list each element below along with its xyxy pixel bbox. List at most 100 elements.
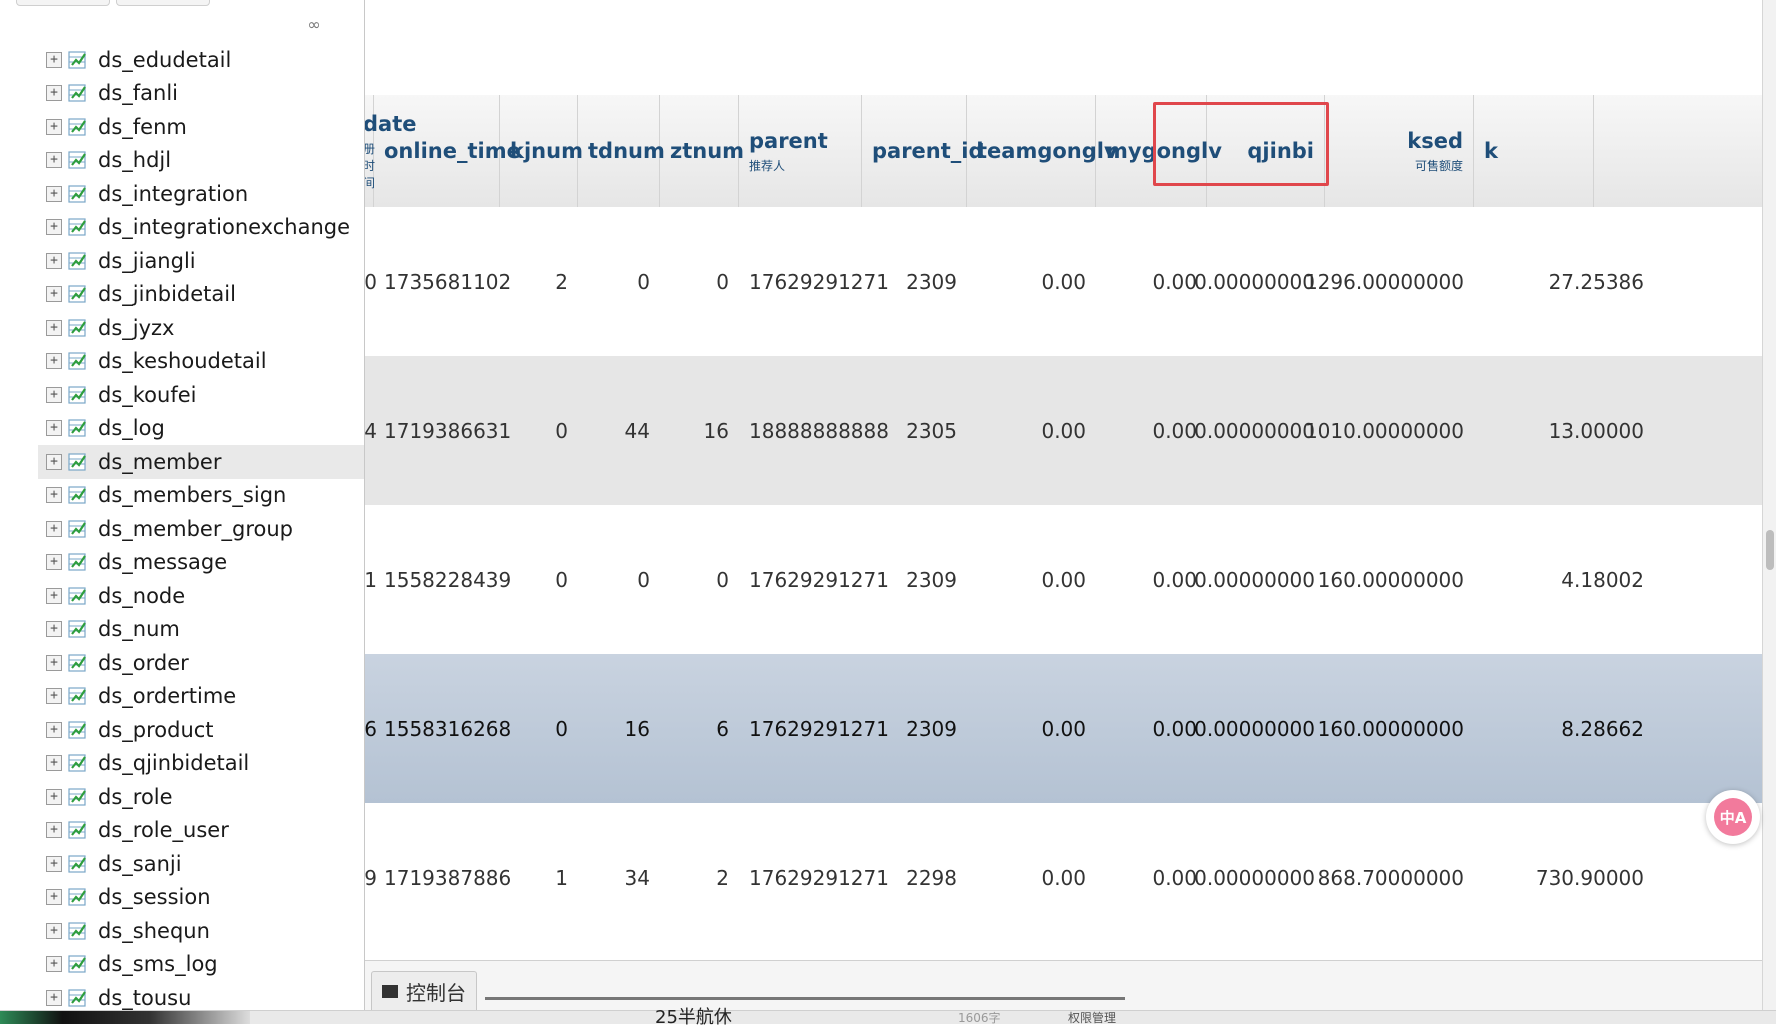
table-cell-k[interactable]: 4.18002 [1474,505,1654,655]
table-row[interactable]: 5841719386631044161888888888823050.000.0… [365,356,1776,506]
table-cell-qjinbi[interactable]: 0.00000000 [1194,654,1325,804]
sidebar-item-ds-edudetail[interactable]: + ds_edudetail [38,43,364,77]
expand-icon[interactable]: + [46,353,62,370]
sidebar-item-ds-role-user[interactable]: + ds_role_user [38,814,364,848]
sidebar-item-ds-jyzx[interactable]: + ds_jyzx [38,311,364,345]
table-cell-mygonglv[interactable]: 0.00 [1096,654,1207,804]
table-cell-online-time[interactable]: 1558316268 [374,654,511,804]
sidebar-item-ds-num[interactable]: + ds_num [38,613,364,647]
sidebar-item-ds-jinbidetail[interactable]: + ds_jinbidetail [38,278,364,312]
column-header-date[interactable]: date 册时间 [365,95,416,207]
table-cell-parent[interactable]: 18888888888 [739,356,889,506]
table-cell-ztnum[interactable]: 0 [660,505,739,655]
expand-icon[interactable]: + [46,654,62,671]
sidebar-top-button[interactable] [16,0,110,6]
scrollbar-thumb[interactable] [1766,530,1774,570]
column-header-teamgonglv[interactable]: teamgonglv [967,95,1118,207]
table-cell-mygonglv[interactable]: 0.00 [1096,803,1207,953]
column-header-k[interactable]: k [1474,95,1594,207]
column-header-kjnum[interactable]: kjnum [500,95,583,207]
sidebar-item-ds-integrationexchange[interactable]: + ds_integrationexchange [38,211,364,245]
expand-icon[interactable]: + [46,989,62,1006]
expand-icon[interactable]: + [46,319,62,336]
expand-icon[interactable]: + [46,386,62,403]
sidebar-item-ds-member[interactable]: + ds_member [38,445,364,479]
expand-icon[interactable]: + [46,420,62,437]
sidebar-item-ds-hdjl[interactable]: + ds_hdjl [38,144,364,178]
table-cell-tdnum[interactable]: 44 [578,356,660,506]
table-cell-tdnum[interactable]: 0 [578,207,660,357]
table-cell-teamgonglv[interactable]: 0.00 [967,803,1096,953]
expand-icon[interactable]: + [46,788,62,805]
table-cell-kjnum[interactable]: 0 [500,356,578,506]
sidebar-item-ds-sanji[interactable]: + ds_sanji [38,847,364,881]
sidebar-item-ds-role[interactable]: + ds_role [38,780,364,814]
table-cell-parent-id[interactable]: 2309 [862,505,967,655]
table-cell-parent[interactable]: 17629291271 [739,654,889,804]
expand-icon[interactable]: + [46,721,62,738]
sidebar-item-ds-product[interactable]: + ds_product [38,713,364,747]
translate-button[interactable]: 中A [1706,790,1760,844]
table-cell-k[interactable]: 13.00000 [1474,356,1654,506]
table-row[interactable]: 986155831626801661762929127123090.000.00… [365,654,1776,804]
table-cell-online-time[interactable]: 1735681102 [374,207,511,357]
column-header-parent[interactable]: parent 推荐人 [739,95,862,207]
table-cell-teamgonglv[interactable]: 0.00 [967,207,1096,357]
column-header-ztnum[interactable]: ztnum [660,95,744,207]
sidebar-item-ds-order[interactable]: + ds_order [38,646,364,680]
expand-icon[interactable]: + [46,219,62,236]
table-cell-mygonglv[interactable]: 0.00 [1096,207,1207,357]
horizontal-scrollbar[interactable] [485,997,1125,1000]
sidebar-item-ds-ordertime[interactable]: + ds_ordertime [38,680,364,714]
table-cell-ztnum[interactable]: 16 [660,356,739,506]
console-tab[interactable]: 控制台 [371,971,477,1010]
table-cell-tdnum[interactable]: 0 [578,505,660,655]
sidebar-item-ds-node[interactable]: + ds_node [38,579,364,613]
table-cell-parent-id[interactable]: 2298 [862,803,967,953]
expand-icon[interactable]: + [46,554,62,571]
sidebar-top-button[interactable] [116,0,210,6]
table-cell-teamgonglv[interactable]: 0.00 [967,505,1096,655]
column-header-tdnum[interactable]: tdnum [578,95,665,207]
table-cell-parent[interactable]: 17629291271 [739,505,889,655]
table-cell-online-time[interactable]: 1558228439 [374,505,511,655]
expand-icon[interactable]: + [46,889,62,906]
link-icon[interactable]: ∞ [302,17,326,33]
sidebar-item-ds-log[interactable]: + ds_log [38,412,364,446]
table-cell-teamgonglv[interactable]: 0.00 [967,356,1096,506]
expand-icon[interactable]: + [46,152,62,169]
sidebar-item-ds-members-sign[interactable]: + ds_members_sign [38,479,364,513]
expand-icon[interactable]: + [46,956,62,973]
table-cell-kjnum[interactable]: 2 [500,207,578,357]
sidebar-item-ds-keshoudetail[interactable]: + ds_keshoudetail [38,345,364,379]
expand-icon[interactable]: + [46,453,62,470]
expand-icon[interactable]: + [46,688,62,705]
table-cell-online-time[interactable]: 1719387886 [374,803,511,953]
table-cell-parent-id[interactable]: 2309 [862,654,967,804]
sidebar-item-ds-jiangli[interactable]: + ds_jiangli [38,244,364,278]
table-cell-kjnum[interactable]: 1 [500,803,578,953]
expand-icon[interactable]: + [46,487,62,504]
expand-icon[interactable]: + [46,520,62,537]
table-cell-parent[interactable]: 17629291271 [739,803,889,953]
sidebar-top-buttons[interactable] [16,0,216,10]
sidebar-item-ds-integration[interactable]: + ds_integration [38,177,364,211]
column-header-online-time[interactable]: online_time [374,95,521,207]
table-cell-online-time[interactable]: 1719386631 [374,356,511,506]
table-cell-parent-id[interactable]: 2309 [862,207,967,357]
table-cell-tdnum[interactable]: 16 [578,654,660,804]
sidebar-item-ds-session[interactable]: + ds_session [38,881,364,915]
expand-icon[interactable]: + [46,855,62,872]
table-cell-k[interactable]: 27.25386 [1474,207,1654,357]
sidebar-item-ds-member-group[interactable]: + ds_member_group [38,512,364,546]
expand-icon[interactable]: + [46,621,62,638]
table-row[interactable]: 90115582284390001762929127123090.000.000… [365,505,1776,655]
table-cell-ksed[interactable]: 160.00000000 [1318,654,1474,804]
table-cell-k[interactable]: 730.90000 [1474,803,1654,953]
expand-icon[interactable]: + [46,755,62,772]
expand-icon[interactable]: + [46,587,62,604]
table-row[interactable]: 409171938788613421762929127122980.000.00… [365,803,1776,953]
column-header-ksed[interactable]: ksed 可售额度 [1325,95,1474,207]
expand-icon[interactable]: + [46,822,62,839]
sidebar-item-ds-koufei[interactable]: + ds_koufei [38,378,364,412]
